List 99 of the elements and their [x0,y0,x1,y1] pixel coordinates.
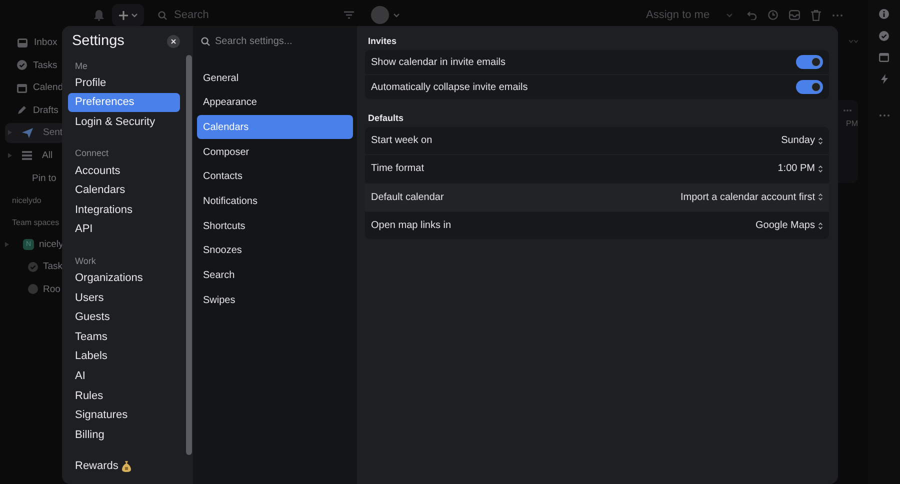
setting-label: Automatically collapse invite emails [371,82,528,92]
sidebar-item[interactable]: Roo [5,279,60,299]
pencil-icon [17,105,27,115]
inbox-icon [17,38,28,48]
section-heading: Work [74,254,97,268]
new-button[interactable] [112,4,144,26]
clock-icon[interactable] [768,10,778,20]
nav-item[interactable]: Login & Security [68,112,180,132]
updown-icon [818,222,823,230]
setting-label: Default calendar [371,192,444,203]
bolt-icon[interactable] [880,74,888,84]
nav-item[interactable]: Teams [68,326,180,347]
send-icon [22,128,33,138]
check-circle-icon [28,262,38,272]
select-dropdown[interactable]: Import a calendar account first [680,192,823,203]
nav-item[interactable]: Guests [68,307,180,327]
nav-item[interactable]: Rules [68,386,180,406]
settings-tab[interactable]: General [197,66,353,90]
nav-item[interactable]: Organizations [68,268,180,288]
nav-item[interactable]: Labels [68,346,180,366]
sidebar-item[interactable]: Tasks [5,55,60,75]
check-circle-icon[interactable] [879,31,889,41]
setting-label: Time format [371,163,424,174]
chat-bubble-icon [28,284,38,294]
caret-icon [5,242,9,246]
setting-label: Show calendar in invite emails [371,56,506,68]
sidebar-item[interactable]: Drafts [5,100,60,120]
team-name[interactable]: nicely [39,238,64,250]
nav-item[interactable]: Billing [68,424,180,444]
trash-icon[interactable] [810,10,821,20]
nav-item[interactable]: API [68,220,180,240]
more-icon[interactable] [832,14,843,16]
avatar[interactable] [371,6,389,24]
nav-item[interactable]: Users [68,288,180,308]
settings-tab[interactable]: Composer [197,140,353,164]
money-bag-icon [122,460,132,472]
toggle-switch[interactable] [796,80,823,94]
calendar-icon [17,82,27,92]
search-icon [158,10,167,20]
nav-item[interactable]: Calendars [68,180,180,200]
nav-item[interactable]: AI [68,366,180,386]
chevron-down-icon [130,12,138,18]
scrollbar[interactable] [186,55,192,455]
search-field[interactable]: Search [172,8,276,22]
caret-icon [8,152,12,158]
nav-item[interactable]: Integrations [68,200,180,220]
setting-label: Start week on [371,135,432,146]
settings-tab[interactable]: Search [197,264,353,288]
select-dropdown[interactable]: Sunday [781,135,823,146]
section-heading: Connect [74,147,110,160]
updown-icon [818,164,823,173]
nav-item[interactable]: Profile [68,73,180,93]
bell-icon [94,10,104,20]
settings-tab[interactable]: Appearance [197,90,353,115]
settings-tab[interactable]: Calendars [197,115,353,140]
sidebar-item[interactable]: Task [5,256,63,276]
sidebar-item[interactable]: Inbox [5,32,60,52]
select-dropdown[interactable]: Google Maps [756,220,823,232]
list-icon [22,150,32,160]
filter-icon[interactable] [344,11,354,19]
settings-row[interactable]: Default calendar Import a calendar account first [365,184,829,212]
inbox-icon[interactable] [788,10,800,20]
settings-tab[interactable]: Notifications [197,189,353,214]
toggle-switch[interactable] [796,55,823,69]
settings-tab[interactable]: Contacts [197,164,353,189]
select-dropdown[interactable]: 1:00 PM [778,163,823,174]
more-icon[interactable] [843,109,852,112]
chevron-down-icon[interactable] [726,12,733,18]
nav-item[interactable]: Accounts [68,160,180,180]
close-button[interactable] [167,34,180,48]
search-icon [201,36,210,46]
nav-item[interactable]: Signatures [68,405,180,425]
info-icon[interactable] [879,9,889,19]
time-label: PM [846,119,858,128]
settings-tab[interactable]: Shortcuts [197,214,353,238]
setting-label: Open map links in [371,220,452,232]
search-field[interactable]: Search settings... [215,36,335,46]
check-circle-icon [17,60,27,70]
updown-icon [818,193,823,202]
updown-icon [818,136,823,145]
dialog-title: Settings [72,33,124,49]
plus-icon [118,10,128,20]
section-heading: Invites [367,35,398,48]
settings-tab[interactable]: Swipes [197,288,353,312]
section-heading: Me [74,60,89,72]
settings-tab[interactable]: Snoozes [197,238,353,263]
undo-icon[interactable] [746,10,757,20]
account-label: nicelydo [12,194,42,207]
pin-button[interactable]: Pin to [32,168,56,188]
sidebar-item[interactable]: All [5,145,55,165]
close-icon [171,38,176,44]
nav-item[interactable]: Preferences [68,92,180,112]
chevron-down-icon [393,12,400,18]
window-icon[interactable] [879,53,889,62]
nav-item[interactable]: Rewards [68,456,180,476]
section-heading: Defaults [367,112,405,125]
collapse-icon[interactable] [849,40,858,46]
section-heading: Team spaces [12,216,60,229]
more-icon[interactable] [878,114,890,117]
